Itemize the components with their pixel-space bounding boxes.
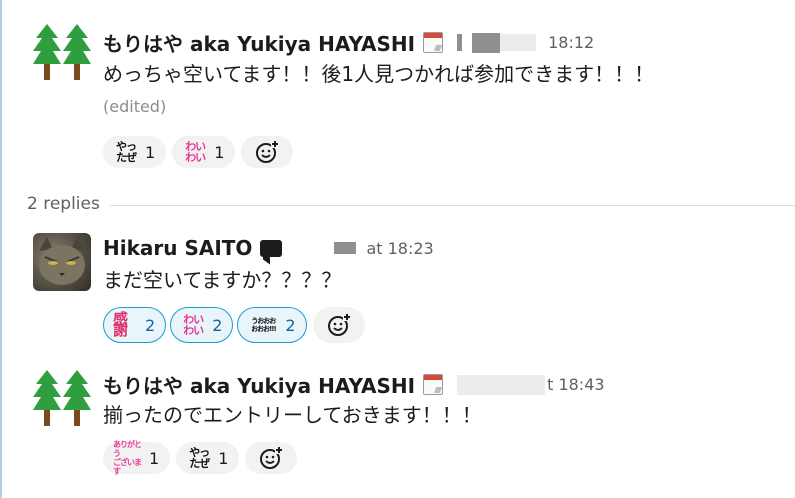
reaction-count: 1 <box>218 448 229 468</box>
message-body: 揃ったのでエントリーしておきます！！！ <box>103 403 482 427</box>
tree-avatar[interactable] <box>33 370 91 428</box>
message-header: もりはや aka Yukiya HAYASHI t 18:43 <box>103 370 605 399</box>
uoooo-emoji-icon: うおおお おおお!!! <box>251 317 277 333</box>
message-text: まだ空いてますか？？？？ <box>103 265 683 296</box>
redacted-status <box>472 32 501 53</box>
waiwai-emoji-icon: わい わい <box>183 313 204 337</box>
add-reaction-button[interactable] <box>245 442 298 474</box>
waiwai-emoji-icon: わい わい <box>185 140 206 164</box>
add-reaction-icon <box>256 140 280 163</box>
reaction-bar: ありがとう ございます 1 やっ たぜ 1 <box>103 440 298 476</box>
reaction-count: 2 <box>145 315 156 335</box>
thread-replies-divider: 2 replies <box>0 192 795 218</box>
add-reaction-icon <box>327 313 351 336</box>
tree-avatar[interactable] <box>33 24 91 82</box>
reaction-count: 2 <box>212 315 223 335</box>
reaction-count: 1 <box>214 142 225 162</box>
timestamp[interactable]: at 18:23 <box>366 239 433 258</box>
thread-rail <box>0 0 2 498</box>
replies-count-label[interactable]: 2 replies <box>27 194 110 214</box>
message-body: めっちゃ空いてます！！後1人見つかれば参加できます！！！ <box>103 62 655 86</box>
trees-icon <box>33 24 91 80</box>
kansha-emoji-icon: 感謝 <box>113 310 129 339</box>
reaction-yattase[interactable]: やっ たぜ 1 <box>176 442 240 474</box>
edited-label: (edited) <box>103 97 167 116</box>
yattase-emoji-icon: やっ たぜ <box>116 140 137 164</box>
message-header: もりはや aka Yukiya HAYASHI 18:12 <box>103 28 594 57</box>
cat-avatar[interactable] <box>33 233 91 291</box>
redacted-status <box>457 374 546 395</box>
redacted-status <box>457 34 463 51</box>
reaction-yattase[interactable]: やっ たぜ 1 <box>103 136 167 168</box>
author-name[interactable]: もりはや aka Yukiya HAYASHI <box>103 370 415 399</box>
arigatou-emoji-icon: ありがとう ございます <box>113 440 142 476</box>
trees-icon <box>33 370 91 426</box>
calendar-icon <box>423 374 444 395</box>
timestamp[interactable]: 18:12 <box>548 33 594 52</box>
speech-bubble-icon <box>260 239 283 257</box>
reaction-kansha[interactable]: 感謝 2 <box>103 307 167 343</box>
reaction-count: 2 <box>285 315 296 335</box>
reaction-bar: やっ たぜ 1 わい わい 1 <box>103 136 294 168</box>
add-reaction-icon <box>260 446 284 469</box>
timestamp[interactable]: t 18:43 <box>547 375 604 394</box>
divider-line <box>108 205 795 206</box>
redacted-status <box>500 34 537 51</box>
add-reaction-button[interactable] <box>312 307 365 343</box>
add-reaction-button[interactable] <box>241 136 294 168</box>
reaction-bar: 感謝 2 わい わい 2 うおおお おおお!!! 2 <box>103 307 365 343</box>
cat-face-icon <box>39 237 85 285</box>
author-name[interactable]: もりはや aka Yukiya HAYASHI <box>103 28 415 57</box>
reaction-uoooo[interactable]: うおおお おおお!!! 2 <box>237 307 307 343</box>
reaction-arigatou[interactable]: ありがとう ございます 1 <box>103 440 171 476</box>
message-text: 揃ったのでエントリーしておきます！！！ <box>103 400 683 431</box>
message-text: めっちゃ空いてます！！後1人見つかれば参加できます！！！ (edited) <box>103 59 683 122</box>
redacted-status <box>334 242 357 254</box>
message-header: Hikaru SAITO at 18:23 <box>103 236 434 260</box>
reaction-waiwai[interactable]: わい わい 2 <box>170 307 234 343</box>
reaction-waiwai[interactable]: わい わい 1 <box>172 136 236 168</box>
message-body: まだ空いてますか？？？？ <box>103 268 342 292</box>
reaction-count: 1 <box>145 142 156 162</box>
reaction-count: 1 <box>149 448 160 468</box>
yattase-emoji-icon: やっ たぜ <box>189 446 210 470</box>
calendar-icon <box>423 32 444 53</box>
author-name[interactable]: Hikaru SAITO <box>103 236 252 260</box>
